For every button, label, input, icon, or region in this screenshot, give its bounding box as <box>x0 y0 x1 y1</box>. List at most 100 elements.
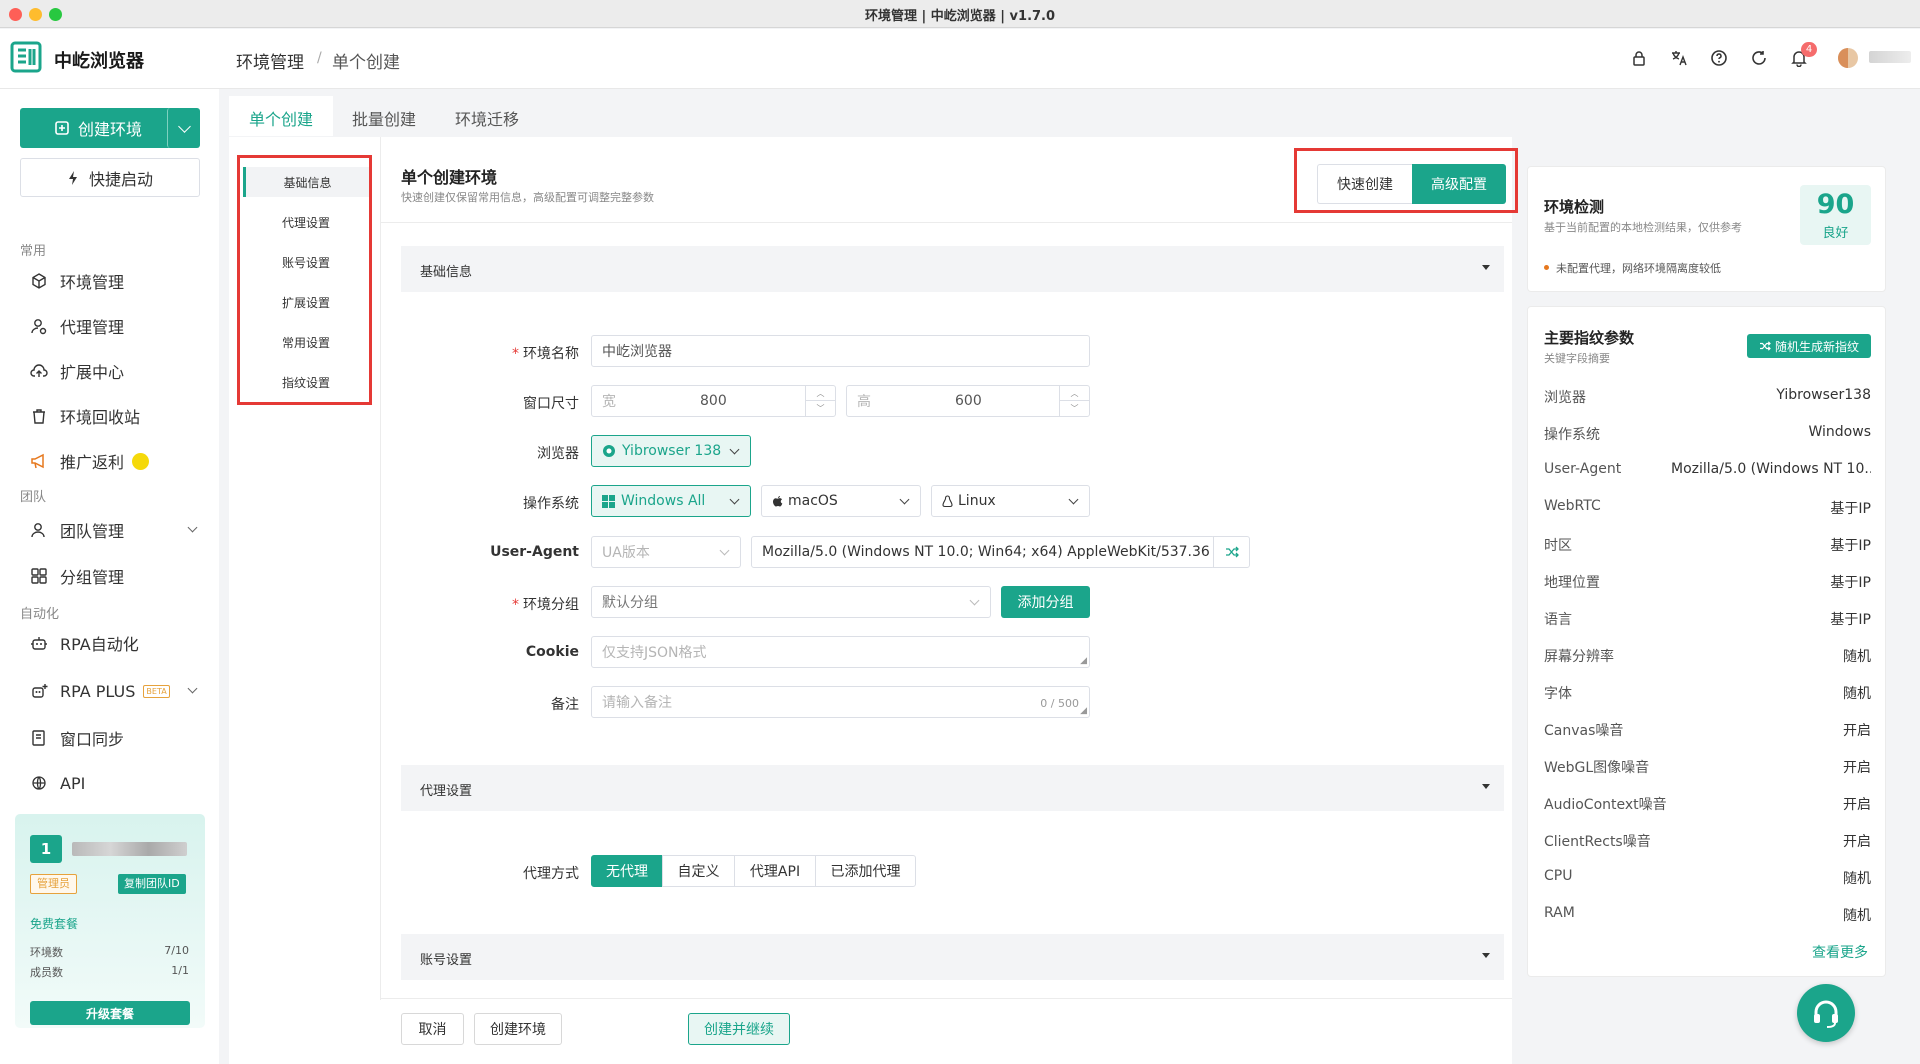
remark-textarea[interactable]: 请输入备注 0 / 500 ◢ <box>591 686 1090 718</box>
cloud-upload-icon <box>30 364 48 377</box>
create-and-start-button[interactable]: 创建并启动 <box>574 1013 675 1045</box>
step-down-icon[interactable]: ﹀ <box>1060 401 1089 416</box>
create-dropdown-button[interactable] <box>167 108 200 148</box>
tab-environment-migrate[interactable]: 环境迁移 <box>435 96 539 136</box>
random-fingerprint-button[interactable]: 随机生成新指纹 <box>1747 334 1871 358</box>
remark-placeholder: 请输入备注 <box>602 695 672 711</box>
copy-team-id-button[interactable]: 复制团队ID <box>118 874 186 894</box>
help-icon[interactable] <box>1707 46 1731 70</box>
sidebar-item-rpa-plus[interactable]: RPA PLUS BETA <box>30 674 200 708</box>
quick-launch-button[interactable]: 快捷启动 <box>20 158 200 197</box>
env-count-label: 环境数 <box>30 946 63 959</box>
resize-handle-icon[interactable]: ◢ <box>1080 706 1087 716</box>
fingerprint-param-value: 基于IP <box>1830 575 1871 591</box>
breadcrumb-root[interactable]: 环境管理 <box>236 48 304 73</box>
quick-create-toggle[interactable]: 快速创建 <box>1317 164 1412 204</box>
height-stepper[interactable]: ︿ ﹀ <box>1059 386 1089 416</box>
proxy-mode-api[interactable]: 代理API <box>734 855 816 887</box>
proxy-mode-added[interactable]: 已添加代理 <box>815 855 916 887</box>
notification-badge: 4 <box>1801 42 1817 57</box>
team-name-redacted <box>72 842 187 856</box>
os-linux-select[interactable]: Linux <box>931 485 1090 517</box>
title-bar: 环境管理 | 中屹浏览器 | v1.7.0 <box>0 0 1920 28</box>
fingerprint-param-label: 操作系统 <box>1544 427 1600 443</box>
step-down-icon[interactable]: ﹀ <box>806 401 835 416</box>
window-height-input[interactable]: 高 600 ︿ ﹀ <box>846 385 1090 417</box>
sidebar-item-label: RPA PLUS <box>60 681 136 701</box>
section-proxy-settings[interactable]: 代理设置 <box>401 765 1504 811</box>
cookie-textarea[interactable]: 仅支持JSON格式 ◢ <box>591 636 1090 668</box>
plan-name: 免费套餐 <box>30 917 79 931</box>
nav-extension-settings[interactable]: 扩展设置 <box>243 287 369 317</box>
sidebar-item-group-management[interactable]: 分组管理 <box>30 559 124 593</box>
tab-single-create[interactable]: 单个创建 <box>229 96 334 136</box>
add-group-button[interactable]: 添加分组 <box>1001 586 1090 618</box>
fingerprint-param-label: 地理位置 <box>1544 575 1600 591</box>
sidebar-item-recycle-bin[interactable]: 环境回收站 <box>30 399 140 433</box>
sidebar-item-api[interactable]: API <box>30 766 85 800</box>
sidebar-item-rpa[interactable]: RPA自动化 <box>30 626 139 660</box>
section-account-settings[interactable]: 账号设置 <box>401 934 1504 980</box>
sidebar-item-environment-management[interactable]: 环境管理 <box>30 264 124 298</box>
sidebar-item-referral[interactable]: 推广返利 <box>30 444 150 478</box>
ua-version-select[interactable]: UA版本 <box>591 536 741 568</box>
resize-handle-icon[interactable]: ◢ <box>1080 656 1087 666</box>
sidebar-item-window-sync[interactable]: 窗口同步 <box>30 721 124 755</box>
create-environment-button[interactable]: 创建环境 <box>20 108 176 148</box>
sidebar-item-proxy-management[interactable]: 代理管理 <box>30 309 124 343</box>
browser-label: 浏览器 <box>537 446 579 462</box>
fingerprint-param-label: 屏幕分辨率 <box>1544 649 1614 665</box>
tab-batch-create[interactable]: 批量创建 <box>332 96 436 136</box>
nav-account-settings[interactable]: 账号设置 <box>243 247 369 277</box>
step-up-icon[interactable]: ︿ <box>1060 386 1089 401</box>
team-avatar: 1 <box>30 835 62 863</box>
view-more-link[interactable]: 查看更多 <box>1812 942 1868 962</box>
advanced-config-toggle[interactable]: 高级配置 <box>1412 164 1506 204</box>
browser-select[interactable]: Yibrowser 138 <box>591 435 751 467</box>
section-basic-info[interactable]: 基础信息 <box>401 246 1504 292</box>
remark-label: 备注 <box>551 697 579 713</box>
sidebar-item-label: 环境管理 <box>60 273 125 292</box>
proxy-mode-custom[interactable]: 自定义 <box>662 855 735 887</box>
nav-proxy-settings[interactable]: 代理设置 <box>243 207 369 237</box>
user-agent-input[interactable]: Mozilla/5.0 (Windows NT 10.0; Win64; x64… <box>751 536 1215 568</box>
refresh-icon[interactable] <box>1747 46 1771 70</box>
nav-common-settings[interactable]: 常用设置 <box>243 327 369 357</box>
form-title: 单个创建环境 <box>401 168 498 187</box>
env-name-input[interactable]: 中屹浏览器 <box>591 335 1090 367</box>
env-group-select[interactable]: 默认分组 <box>591 586 991 618</box>
member-count-value: 1/1 <box>171 964 189 977</box>
shuffle-icon <box>1759 341 1771 351</box>
os-windows-select[interactable]: Windows All <box>591 485 751 517</box>
sidebar-item-extension-center[interactable]: 扩展中心 <box>30 354 124 388</box>
nav-basic-info[interactable]: 基础信息 <box>243 167 369 197</box>
create-and-continue-button[interactable]: 创建并继续 <box>688 1013 790 1045</box>
shuffle-ua-button[interactable] <box>1213 536 1250 568</box>
create-environment-label: 创建环境 <box>77 120 142 139</box>
window-size-label: 窗口尺寸 <box>523 396 579 412</box>
create-button[interactable]: 创建环境 <box>474 1013 562 1045</box>
window-sync-icon <box>32 730 45 746</box>
lock-icon[interactable] <box>1627 46 1651 70</box>
os-mac-select[interactable]: macOS <box>761 485 921 517</box>
proxy-mode-none[interactable]: 无代理 <box>591 855 663 887</box>
megaphone-icon <box>31 453 44 469</box>
step-up-icon[interactable]: ︿ <box>806 386 835 401</box>
avatar[interactable] <box>1838 48 1858 68</box>
sidebar-item-team-management[interactable]: 团队管理 <box>30 513 200 547</box>
browser-value: Yibrowser 138 <box>622 443 722 459</box>
nav-fingerprint-settings[interactable]: 指纹设置 <box>243 367 369 397</box>
fingerprint-param-label: WebGL图像噪音 <box>1544 760 1650 776</box>
chevron-down-icon <box>899 494 910 505</box>
cookie-label: Cookie <box>525 644 579 660</box>
height-value: 600 <box>955 393 982 409</box>
customer-support-button[interactable] <box>1797 984 1855 1042</box>
width-stepper[interactable]: ︿ ﹀ <box>805 386 835 416</box>
fingerprint-param-label: ClientRects噪音 <box>1544 834 1651 850</box>
chevron-down-icon <box>1068 494 1079 505</box>
window-width-input[interactable]: 宽 800 ︿ ﹀ <box>591 385 836 417</box>
upgrade-plan-button[interactable]: 升级套餐 <box>30 1001 190 1025</box>
translate-icon[interactable] <box>1667 46 1691 70</box>
cancel-button[interactable]: 取消 <box>401 1013 464 1045</box>
chevron-down-icon <box>187 683 198 694</box>
